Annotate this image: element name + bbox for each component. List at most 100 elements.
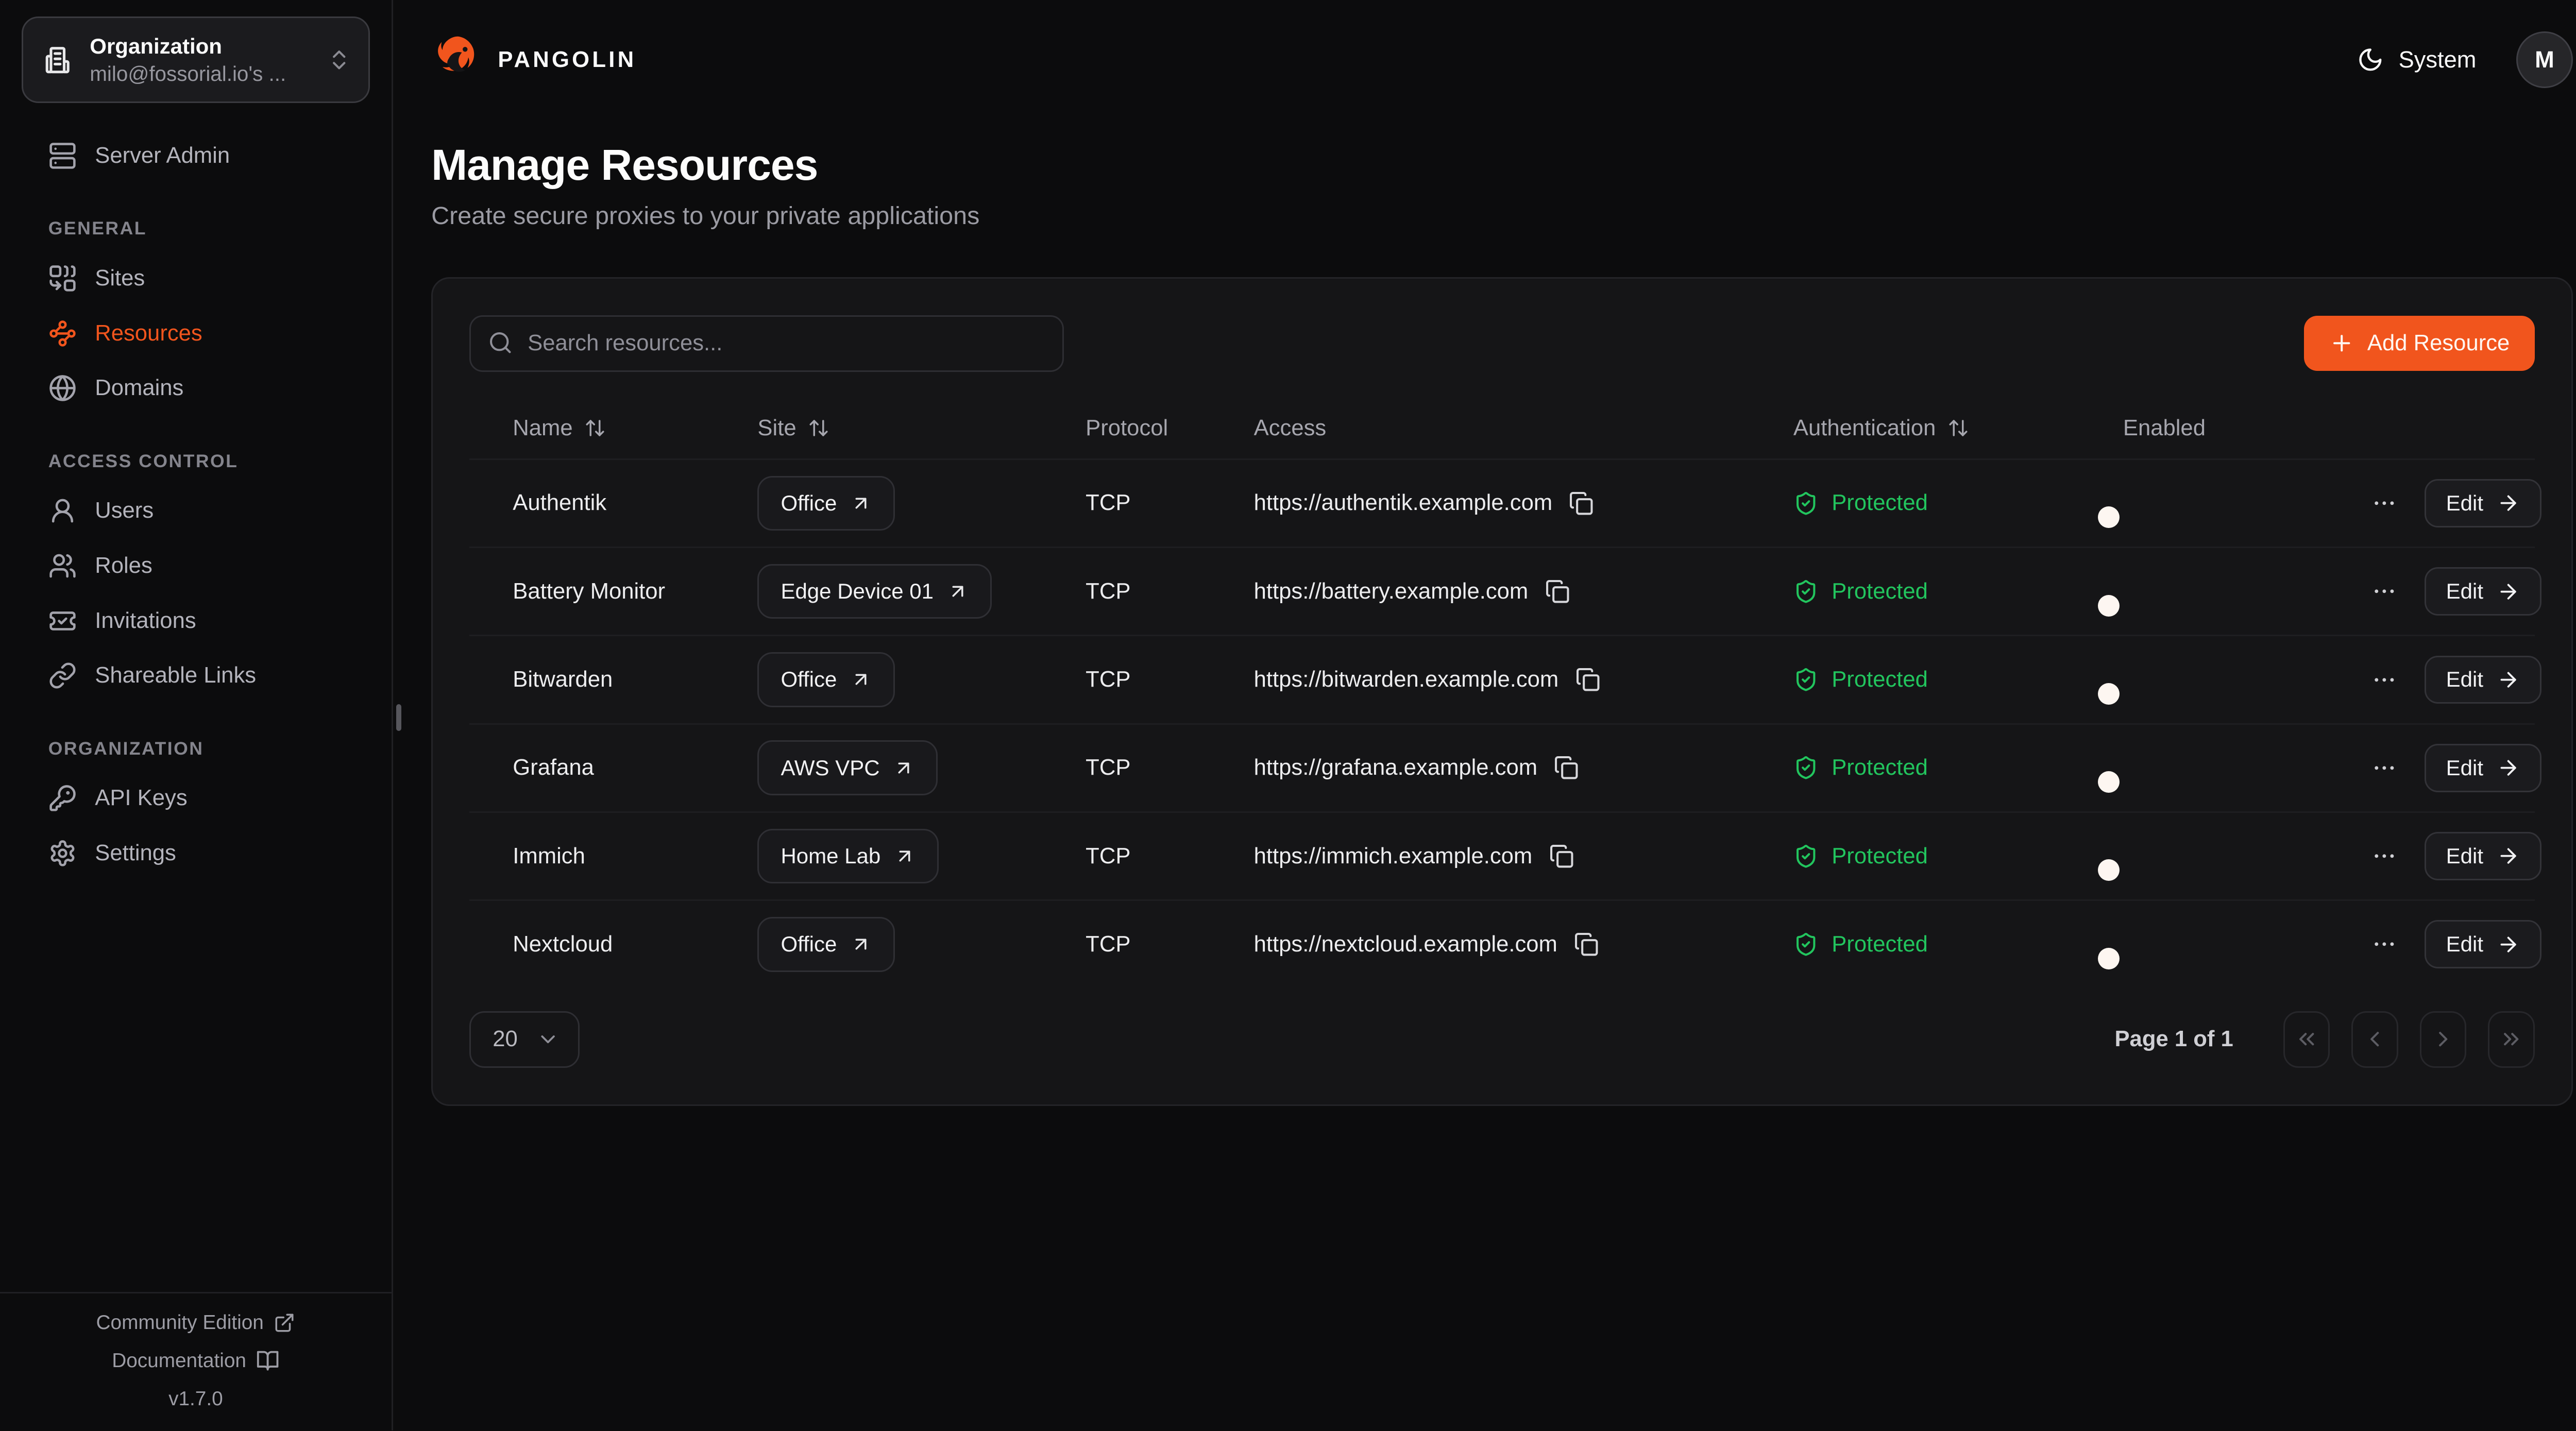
site-link-badge[interactable]: Edge Device 01 <box>757 564 991 619</box>
add-resource-label: Add Resource <box>2367 331 2510 356</box>
page-subtitle: Create secure proxies to your private ap… <box>431 201 2573 230</box>
arrow-right-icon <box>2497 933 2520 956</box>
column-header-authentication[interactable]: Authentication <box>1750 416 2080 441</box>
column-label: Site <box>757 416 796 441</box>
toggle-knob <box>2098 595 2120 617</box>
copy-url-button[interactable] <box>1575 667 1600 692</box>
sidebar-item-shareable-links[interactable]: Shareable Links <box>0 648 392 703</box>
community-edition-link[interactable]: Community Edition <box>96 1311 296 1334</box>
row-menu-button[interactable] <box>2368 575 2401 608</box>
site-link-badge[interactable]: Office <box>757 476 895 531</box>
waypoints-icon <box>48 319 77 348</box>
resource-name: Grafana <box>469 755 714 780</box>
first-page-button[interactable] <box>2283 1011 2330 1068</box>
theme-label: System <box>2399 46 2477 73</box>
topbar-right: System M <box>2357 31 2573 88</box>
edit-label: Edit <box>2446 491 2483 516</box>
copy-url-button[interactable] <box>1549 844 1574 868</box>
column-header-enabled: Enabled <box>2080 416 2325 441</box>
edit-button[interactable]: Edit <box>2425 479 2541 527</box>
edit-button[interactable]: Edit <box>2425 656 2541 704</box>
previous-page-button[interactable] <box>2351 1011 2398 1068</box>
sort-icon[interactable] <box>1947 417 1969 439</box>
row-menu-button[interactable] <box>2368 487 2401 520</box>
user-icon <box>48 497 77 525</box>
copy-url-button[interactable] <box>1574 932 1599 957</box>
copy-url-button[interactable] <box>1545 579 1570 604</box>
resources-card: Add Resource NameSiteProtocolAccessAuthe… <box>431 277 2573 1106</box>
sidebar-item-sites[interactable]: Sites <box>0 251 392 306</box>
copy-url-button[interactable] <box>1569 491 1594 516</box>
sort-icon[interactable] <box>584 417 606 439</box>
sidebar-item-api-keys[interactable]: API Keys <box>0 771 392 826</box>
site-link-badge[interactable]: AWS VPC <box>757 740 938 795</box>
sort-icon[interactable] <box>808 417 829 439</box>
sidebar-item-invitations[interactable]: Invitations <box>0 593 392 649</box>
sidebar-section-access-control: ACCESS CONTROL <box>48 451 392 472</box>
avatar[interactable]: M <box>2516 31 2573 88</box>
organization-selector[interactable]: Organization milo@fossorial.io's ... <box>22 16 370 103</box>
sidebar-resize-handle[interactable] <box>396 704 401 731</box>
column-header-access: Access <box>1211 416 1750 441</box>
search-box <box>469 315 1064 372</box>
sidebar-footer: Community Edition Documentation v1.7.0 <box>0 1292 392 1430</box>
sidebar-item-server-admin[interactable]: Server Admin <box>0 128 392 183</box>
row-menu-button[interactable] <box>2368 663 2401 696</box>
authentication-status: Protected <box>1832 490 1928 516</box>
access-url: https://nextcloud.example.com <box>1254 932 1557 957</box>
arrow-right-icon <box>2497 580 2520 603</box>
access-cell: https://bitwarden.example.com <box>1211 667 1750 692</box>
site-link-badge[interactable]: Office <box>757 917 895 972</box>
sidebar-item-roles[interactable]: Roles <box>0 538 392 593</box>
combine-icon <box>48 264 77 293</box>
search-input[interactable] <box>469 315 1064 372</box>
edit-button[interactable]: Edit <box>2425 567 2541 616</box>
theme-toggle[interactable]: System <box>2357 46 2477 73</box>
sidebar-item-users[interactable]: Users <box>0 484 392 539</box>
add-resource-button[interactable]: Add Resource <box>2304 316 2535 371</box>
toggle-knob <box>2098 771 2120 793</box>
next-page-button[interactable] <box>2420 1011 2467 1068</box>
edit-button[interactable]: Edit <box>2425 920 2541 968</box>
shield-check-icon <box>1793 755 1818 780</box>
access-cell: https://authentik.example.com <box>1211 490 1750 516</box>
sidebar-item-label: Settings <box>95 841 176 866</box>
row-menu-button[interactable] <box>2368 840 2401 873</box>
sidebar-item-settings[interactable]: Settings <box>0 826 392 881</box>
edit-label: Edit <box>2446 932 2483 957</box>
column-header-site[interactable]: Site <box>714 416 1042 441</box>
key-icon <box>48 784 77 812</box>
edit-label: Edit <box>2446 756 2483 780</box>
row-menu-button[interactable] <box>2368 751 2401 785</box>
site-name: AWS VPC <box>781 756 879 780</box>
sidebar-item-label: Resources <box>95 321 202 346</box>
sidebar-section-general: GENERAL <box>48 218 392 239</box>
last-page-button[interactable] <box>2488 1011 2535 1068</box>
community-edition-label: Community Edition <box>96 1311 264 1334</box>
documentation-link[interactable]: Documentation <box>112 1349 279 1372</box>
protocol-value: TCP <box>1042 667 1210 692</box>
access-url: https://grafana.example.com <box>1254 755 1537 780</box>
brand[interactable]: PANGOLIN <box>431 34 636 86</box>
page-size-select[interactable]: 20 <box>469 1011 579 1068</box>
arrow-up-right-icon <box>894 845 916 867</box>
authentication-cell: Protected <box>1750 579 2080 604</box>
organization-value: milo@fossorial.io's ... <box>90 61 310 88</box>
table-row-authentik: AuthentikOfficeTCPhttps://authentik.exam… <box>469 458 2535 547</box>
edit-button[interactable]: Edit <box>2425 832 2541 880</box>
row-actions: Edit <box>2325 656 2550 704</box>
column-header-name[interactable]: Name <box>469 416 714 441</box>
building-icon <box>42 44 73 76</box>
sidebar-item-domains[interactable]: Domains <box>0 361 392 416</box>
row-menu-button[interactable] <box>2368 928 2401 961</box>
edit-button[interactable]: Edit <box>2425 744 2541 792</box>
chevrons-left-icon <box>2294 1027 2319 1051</box>
sidebar-item-resources[interactable]: Resources <box>0 306 392 361</box>
copy-url-button[interactable] <box>1554 755 1579 780</box>
ticket-check-icon <box>48 607 77 635</box>
resource-name: Nextcloud <box>469 932 714 957</box>
organization-label: Organization <box>90 32 310 61</box>
toggle-knob <box>2098 948 2120 969</box>
site-link-badge[interactable]: Office <box>757 652 895 707</box>
site-link-badge[interactable]: Home Lab <box>757 829 939 884</box>
